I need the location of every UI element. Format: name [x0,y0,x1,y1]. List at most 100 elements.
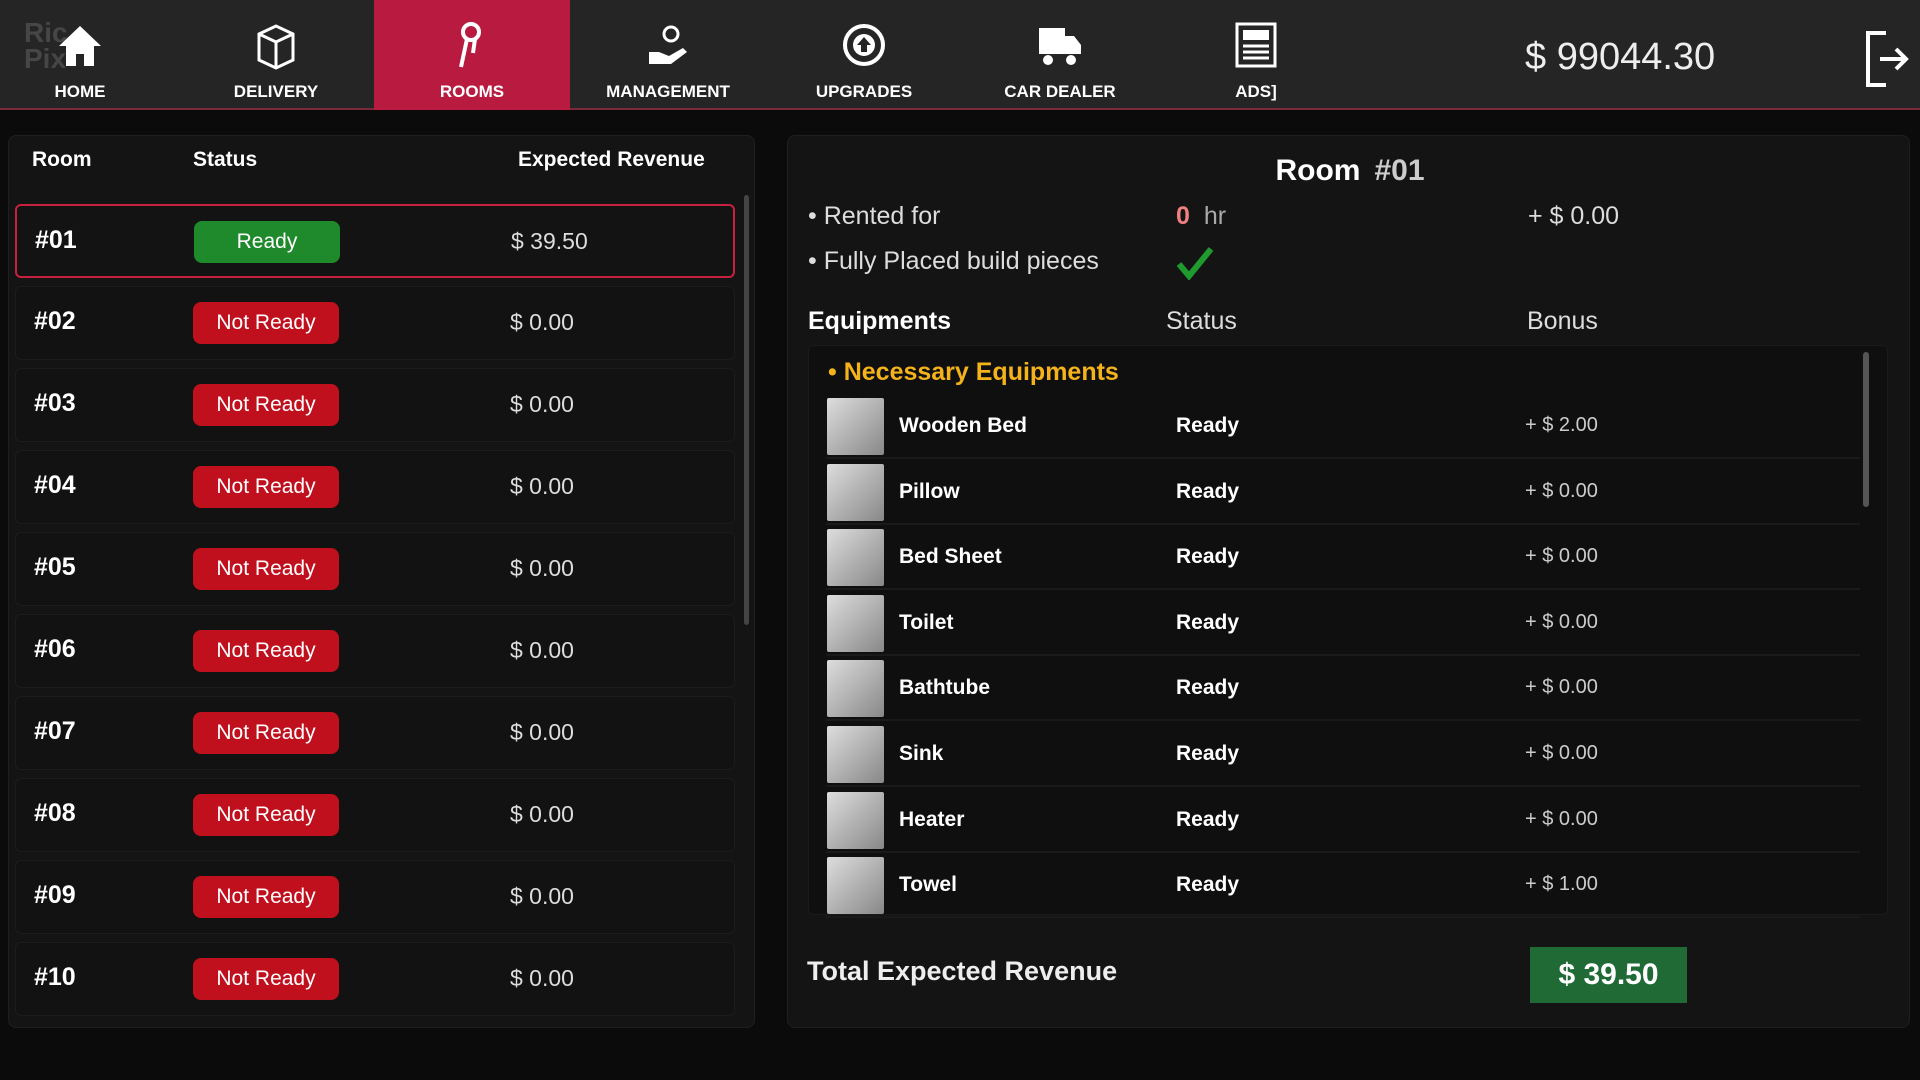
total-label: Total Expected Revenue [807,956,1118,986]
equipment-thumbnail [827,463,884,521]
newspaper-ads-icon [1235,22,1277,68]
equipment-bonus: + $ 1.00 [1525,873,1598,896]
equipment-row: Wooden Bed Ready + $ 2.00 [826,394,1860,459]
equipment-name: Wooden Bed [899,414,1027,437]
equipment-name: Heater [899,807,965,831]
equipment-bonus: + $ 0.00 [1525,610,1598,633]
equipment-bonus: + $ 0.00 [1525,742,1598,764]
room-number: #05 [34,553,76,581]
room-row[interactable]: #07 Not Ready $ 0.00 [15,696,735,770]
bonus-header: Bonus [1527,307,1598,335]
equipment-name: Bed Sheet [899,545,1002,569]
equipment-status: Ready [1176,479,1240,503]
equipment-status: Ready [1176,873,1240,897]
room-number: #01 [1374,154,1425,187]
status-badge: Not Ready [193,548,339,590]
expected-revenue: $ 39.50 [511,228,588,254]
equipment-thumbnail [827,660,884,718]
room-row[interactable]: #02 Not Ready $ 0.00 [15,286,735,360]
room-row[interactable]: #09 Not Ready $ 0.00 [15,860,735,934]
status-badge: Not Ready [193,466,339,508]
keys-icon [459,22,481,68]
equipment-thumbnail [827,529,884,587]
equipment-thumbnail [827,726,884,783]
room-row[interactable]: #06 Not Ready $ 0.00 [15,614,735,688]
upgrade-arrow-icon [843,24,885,66]
room-number: #09 [34,881,76,909]
nav-label: CAR DEALER [1004,82,1116,101]
home-icon [59,26,101,66]
room-title: Room #01 [1150,154,1550,188]
nav-management[interactable]: MANAGEMENT [570,0,766,110]
box-icon [257,24,295,70]
status-badge: Not Ready [193,876,339,918]
equipment-bonus: + $ 0.00 [1525,545,1598,568]
room-number: #10 [34,963,76,991]
status-badge: Not Ready [193,630,339,672]
equipment-row: Pillow Ready + $ 0.00 [826,460,1860,525]
equipment-status: Ready [1176,807,1240,831]
equipment-thumbnail [827,398,884,455]
expected-revenue: $ 0.00 [510,555,574,581]
equipment-thumbnail [827,857,884,915]
equipment-status: Ready [1176,610,1240,634]
equipment-thumbnail [827,594,884,652]
rooms-scrollbar[interactable] [744,195,749,625]
equipment-bonus: + $ 0.00 [1525,676,1598,699]
room-row[interactable]: #05 Not Ready $ 0.00 [15,532,735,606]
room-number: #08 [34,799,76,827]
expected-revenue: $ 0.00 [510,473,574,499]
top-nav: Ric Pix HOME DELIVERY ROOMS MANAGEMENT UPGRAD… [0,0,1920,110]
nav-ads[interactable]: ADS] [1158,0,1354,110]
checkmark-icon [1176,247,1214,280]
nav-label: HOME [54,82,106,101]
equipment-scrollbar[interactable] [1863,352,1869,507]
nav-delivery[interactable]: DELIVERY [178,0,374,110]
rented-bonus: + $ 0.00 [1528,202,1620,230]
status-badge: Not Ready [193,794,339,836]
room-number: #07 [34,717,76,745]
equipment-row: Toilet Ready + $ 0.00 [826,591,1860,656]
rented-label: • Rented for [808,202,941,230]
nav-rooms[interactable]: ROOMS [374,0,570,110]
room-title-label: Room [1275,154,1361,187]
status-badge: Ready [194,221,340,263]
equipment-row: Heater Ready + $ 0.00 [826,788,1860,853]
nav-car-dealer[interactable]: CAR DEALER [962,0,1158,110]
room-row[interactable]: #04 Not Ready $ 0.00 [15,450,735,524]
nav-upgrades[interactable]: UPGRADES [766,0,962,110]
equipment-row: Towel Ready + $ 1.00 [826,853,1860,919]
expected-revenue: $ 0.00 [510,719,574,745]
equipment-row: Sink Ready + $ 0.00 [826,722,1860,787]
nav-label: ADS] [1235,82,1277,101]
total-value: $ 39.50 [1530,947,1687,1003]
room-row[interactable]: #08 Not Ready $ 0.00 [15,778,735,852]
room-row[interactable]: #01 Ready $ 39.50 [15,204,735,278]
room-row[interactable]: #03 Not Ready $ 0.00 [15,368,735,442]
money-display: $ 99044.30 [1525,36,1716,78]
col-header-revenue: Expected Revenue [518,148,705,171]
room-row[interactable]: #10 Not Ready $ 0.00 [15,942,735,1016]
room-number: #04 [34,471,76,499]
status-badge: Not Ready [193,958,339,1000]
equipment-name: Bathtube [899,676,990,700]
rented-value: 0 hr [1176,202,1227,230]
equipment-bonus: + $ 0.00 [1525,479,1598,502]
placed-label: • Fully Placed build pieces [808,247,1099,275]
exit-icon[interactable] [1864,30,1910,88]
nav-label: DELIVERY [233,82,319,101]
room-number: #02 [34,307,76,335]
nav-label: UPGRADES [815,82,913,101]
expected-revenue: $ 0.00 [510,637,574,663]
status-badge: Not Ready [193,384,339,426]
equipment-status: Ready [1176,742,1240,765]
nav-home[interactable]: HOME [0,0,178,110]
equipment-row: Bathtube Ready + $ 0.00 [826,656,1860,722]
equipment-name: Towel [899,873,957,897]
equipment-row: Bed Sheet Ready + $ 0.00 [826,525,1860,591]
expected-revenue: $ 0.00 [510,883,574,909]
status-badge: Not Ready [193,302,339,344]
col-header-room: Room [32,148,92,171]
equipment-status: Ready [1176,414,1240,437]
equipment-name: Toilet [899,610,954,634]
